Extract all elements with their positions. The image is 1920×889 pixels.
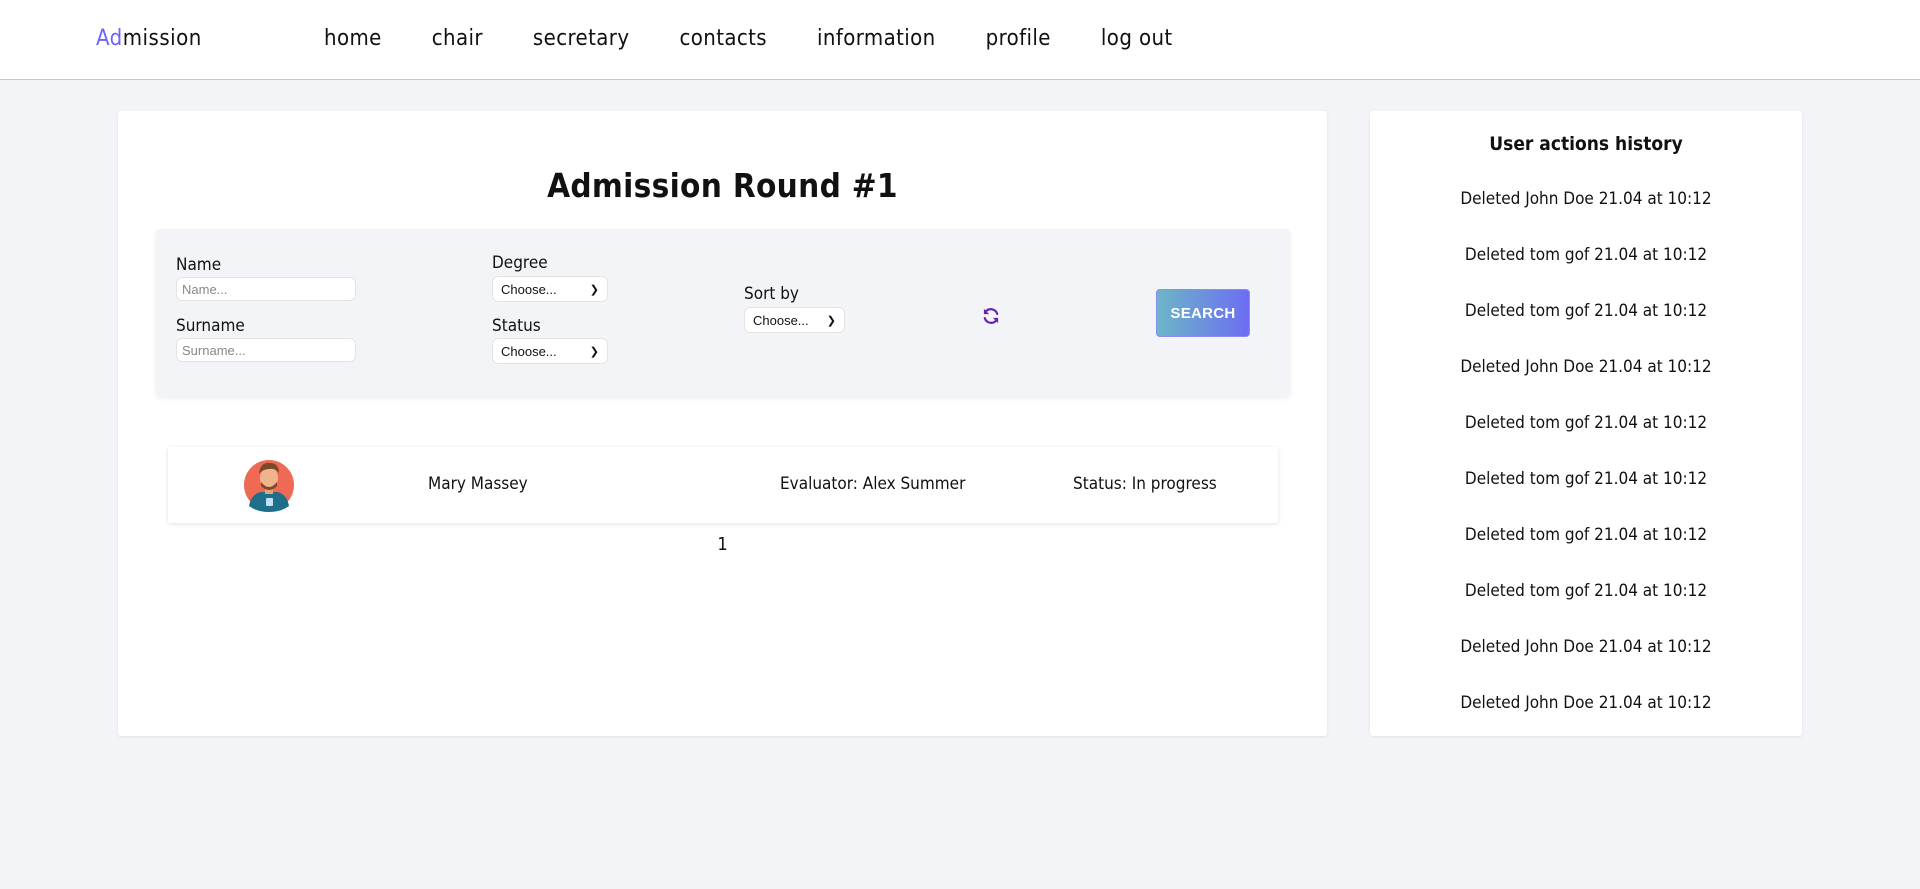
nav-contacts[interactable]: contacts xyxy=(679,26,767,51)
surname-label: Surname xyxy=(176,316,245,336)
list-item: Deleted tom gof 21.04 at 10:12 xyxy=(1464,301,1708,321)
chevron-down-icon: ❯ xyxy=(589,345,599,358)
nav-links: home chair secretary contacts informatio… xyxy=(324,26,1223,51)
history-title: User actions history xyxy=(1489,133,1683,155)
status-select[interactable]: Choose... ❯ xyxy=(492,338,608,364)
logo[interactable]: Admission xyxy=(96,26,202,51)
nav-chair[interactable]: chair xyxy=(432,26,483,51)
logo-accent: Ad xyxy=(96,26,123,51)
sort-by-select[interactable]: Choose... ❯ xyxy=(744,307,845,333)
applicant-name: Mary Massey xyxy=(428,474,528,494)
name-input[interactable] xyxy=(176,277,356,301)
search-button[interactable]: SEARCH xyxy=(1156,289,1250,337)
status-text: Status: In progress xyxy=(1073,474,1217,494)
page-title: Admission Round #1 xyxy=(547,166,898,205)
nav-log-out[interactable]: log out xyxy=(1101,26,1173,51)
nav-information[interactable]: information xyxy=(817,26,936,51)
list-item: Deleted tom gof 21.04 at 10:12 xyxy=(1464,413,1708,433)
avatar-icon xyxy=(244,460,294,512)
top-navbar: Admission home chair secretary contacts … xyxy=(0,0,1920,80)
nav-home[interactable]: home xyxy=(324,26,382,51)
list-item: Deleted John Doe 21.04 at 10:12 xyxy=(1460,693,1712,713)
pagination-page-1[interactable]: 1 xyxy=(118,534,1327,555)
list-item: Deleted John Doe 21.04 at 10:12 xyxy=(1460,357,1712,377)
table-row[interactable]: Mary Massey Evaluator: Alex Summer Statu… xyxy=(168,447,1278,523)
list-item: Deleted tom gof 21.04 at 10:12 xyxy=(1464,245,1708,265)
list-item: Deleted tom gof 21.04 at 10:12 xyxy=(1464,525,1708,545)
list-item: Deleted tom gof 21.04 at 10:12 xyxy=(1464,469,1708,489)
chevron-down-icon: ❯ xyxy=(589,283,599,296)
history-list: Deleted John Doe 21.04 at 10:12 Deleted … xyxy=(1370,191,1802,751)
status-select-value: Choose... xyxy=(501,343,557,359)
degree-label: Degree xyxy=(492,253,548,273)
surname-input[interactable] xyxy=(176,338,356,362)
list-item: Deleted tom gof 21.04 at 10:12 xyxy=(1464,581,1708,601)
evaluator-text: Evaluator: Alex Summer xyxy=(780,474,966,494)
logo-rest: mission xyxy=(122,26,202,51)
nav-profile[interactable]: profile xyxy=(986,26,1051,51)
nav-secretary[interactable]: secretary xyxy=(533,26,630,51)
user-actions-history-card: User actions history Deleted John Doe 21… xyxy=(1370,111,1802,736)
admission-round-card: Admission Round #1 Name Surname Degree C… xyxy=(118,111,1327,736)
status-label: Status xyxy=(492,316,541,336)
chevron-down-icon: ❯ xyxy=(826,314,836,327)
list-item: Deleted John Doe 21.04 at 10:12 xyxy=(1460,189,1712,209)
sort-by-label: Sort by xyxy=(744,284,799,304)
sort-by-select-value: Choose... xyxy=(753,312,809,328)
filter-panel: Name Surname Degree Choose... ❯ Status C… xyxy=(156,229,1290,396)
name-label: Name xyxy=(176,255,222,275)
refresh-icon[interactable] xyxy=(981,306,1001,326)
degree-select-value: Choose... xyxy=(501,281,557,297)
list-item: Deleted John Doe 21.04 at 10:12 xyxy=(1460,637,1712,657)
degree-select[interactable]: Choose... ❯ xyxy=(492,276,608,302)
